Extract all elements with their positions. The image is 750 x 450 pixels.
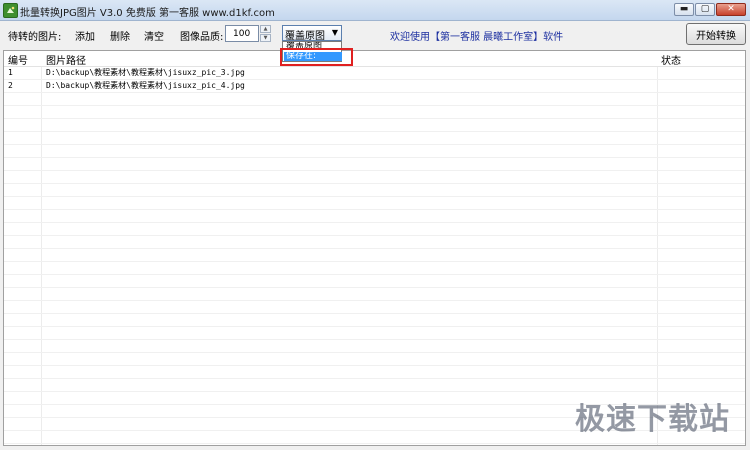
row-gridline [4, 118, 745, 119]
welcome-text: 欢迎使用【第一客服 晨曦工作室】软件 [390, 32, 564, 43]
row-gridline [4, 235, 745, 236]
row-gridline [4, 261, 745, 262]
window-controls: ▬ ▢ ✕ [674, 3, 746, 16]
maximize-icon: ▢ [700, 4, 710, 14]
title-bar[interactable]: 批量转换JPG图片 V3.0 免费版 第一客服 www.d1kf.com ▬ ▢… [0, 0, 750, 21]
row-gridline [4, 170, 745, 171]
column-header-path[interactable]: 图片路径 [46, 52, 86, 67]
clear-button[interactable]: 清空 [144, 28, 164, 43]
highlight-annotation [280, 48, 353, 66]
start-convert-button[interactable]: 开始转换 [686, 23, 746, 45]
row-gridline [4, 157, 745, 158]
minimize-icon: ▬ [679, 4, 689, 14]
delete-button[interactable]: 删除 [110, 28, 130, 43]
table-row[interactable]: 1 D:\backup\教程素材\教程素材\jisuxz_pic_3.jpg [4, 67, 745, 79]
app-icon [3, 3, 18, 18]
row-id: 2 [8, 81, 13, 90]
row-gridline [4, 391, 745, 392]
row-gridline [4, 131, 745, 132]
pending-images-label: 待转的图片: [8, 32, 62, 43]
output-mode-select[interactable]: 覆盖原图 ▼ [282, 25, 342, 42]
toolbar: 待转的图片: 添加 删除 清空 图像品质: ▲ ▼ 覆盖原图 ▼ 欢迎使用【第一… [0, 21, 750, 48]
row-id: 1 [8, 68, 13, 77]
row-gridline [4, 352, 745, 353]
row-path: D:\backup\教程素材\教程素材\jisuxz_pic_3.jpg [46, 68, 245, 77]
output-mode-value: 覆盖原图 [285, 31, 325, 42]
spin-down-icon: ▼ [263, 35, 268, 41]
row-gridline [4, 313, 745, 314]
maximize-button[interactable]: ▢ [695, 3, 715, 16]
table-row[interactable]: 2 D:\backup\教程素材\教程素材\jisuxz_pic_4.jpg [4, 80, 745, 92]
row-gridline [4, 92, 745, 93]
row-gridline [4, 378, 745, 379]
row-gridline [4, 196, 745, 197]
row-gridline [4, 274, 745, 275]
row-gridline [4, 144, 745, 145]
quality-label: 图像品质: [180, 32, 224, 43]
row-gridline [4, 365, 745, 366]
row-gridline [4, 209, 745, 210]
row-gridline [4, 326, 745, 327]
row-gridline [4, 222, 745, 223]
spin-up-icon: ▲ [263, 26, 268, 32]
add-button[interactable]: 添加 [75, 28, 95, 43]
list-header: 编号 图片路径 状态 [4, 51, 745, 67]
row-gridline [4, 105, 745, 106]
app-window: 批量转换JPG图片 V3.0 免费版 第一客服 www.d1kf.com ▬ ▢… [0, 0, 750, 450]
spin-up-button[interactable]: ▲ [260, 25, 271, 33]
column-header-id[interactable]: 编号 [8, 52, 28, 67]
quality-spinner: ▲ ▼ [260, 25, 271, 42]
row-gridline [4, 443, 745, 444]
row-gridline [4, 339, 745, 340]
window-title: 批量转换JPG图片 V3.0 免费版 第一客服 www.d1kf.com [20, 8, 275, 19]
minimize-button[interactable]: ▬ [674, 3, 694, 16]
close-icon: ✕ [727, 4, 735, 14]
row-gridline [4, 287, 745, 288]
spin-down-button[interactable]: ▼ [260, 34, 271, 42]
row-gridline [4, 183, 745, 184]
close-button[interactable]: ✕ [716, 3, 746, 16]
chevron-down-icon: ▼ [331, 28, 338, 37]
watermark-logo: 极速下载站 [575, 402, 730, 437]
image-list[interactable]: 编号 图片路径 状态 1 D:\backup\教程素材\教程素材\jisuxz_… [3, 50, 746, 446]
quality-input[interactable] [225, 25, 259, 42]
row-gridline [4, 248, 745, 249]
column-header-status[interactable]: 状态 [661, 52, 681, 67]
row-gridline [4, 300, 745, 301]
row-path: D:\backup\教程素材\教程素材\jisuxz_pic_4.jpg [46, 81, 245, 90]
